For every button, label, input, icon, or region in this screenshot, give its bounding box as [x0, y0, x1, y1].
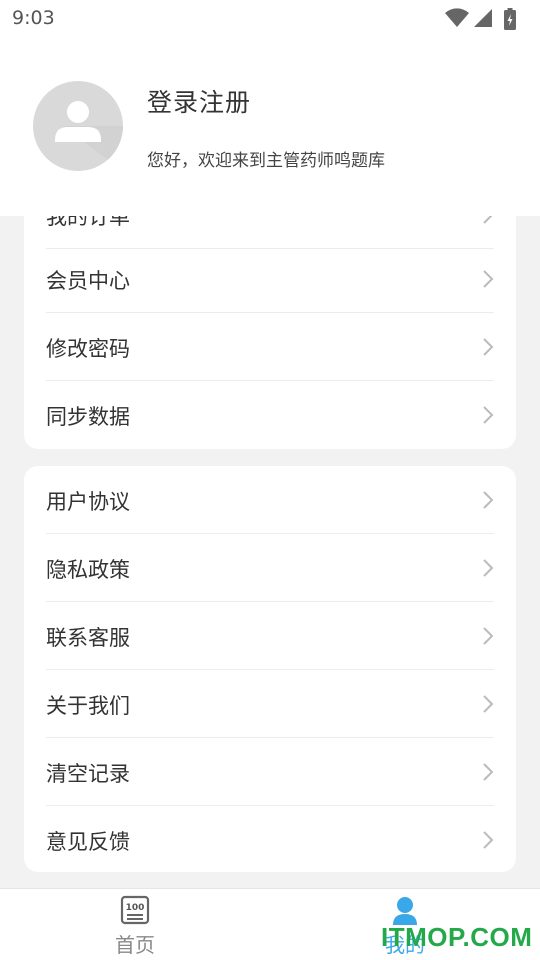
tab-home[interactable]: 100 首页: [0, 889, 270, 960]
chevron-right-icon: [483, 627, 494, 645]
watermark-logo: ITMOP.COM: [381, 922, 533, 952]
chevron-right-icon: [483, 491, 494, 509]
menu-item-feedback[interactable]: 意见反馈: [46, 806, 494, 872]
avatar[interactable]: [33, 81, 123, 171]
chevron-right-icon: [483, 406, 494, 424]
menu-item-label: 同步数据: [46, 405, 130, 429]
battery-icon: [504, 8, 516, 30]
chevron-right-icon: [483, 763, 494, 781]
wifi-icon: [445, 8, 469, 27]
menu-card-info: 用户协议 隐私政策 联系客服 关于我们 清空记录 意见反馈: [24, 466, 516, 872]
svg-text:100: 100: [126, 903, 145, 913]
welcome-text: 您好，欢迎来到主管药师鸣题库: [147, 151, 385, 171]
question-bank-icon: 100: [120, 895, 150, 925]
chevron-right-icon: [483, 831, 494, 849]
menu-item-change-password[interactable]: 修改密码: [46, 313, 494, 381]
signal-icon: [474, 9, 492, 27]
status-bar: 9:03: [0, 0, 540, 36]
tab-home-label: 首页: [115, 933, 155, 957]
menu-item-label: 隐私政策: [46, 558, 130, 582]
menu-item-label: 清空记录: [46, 762, 130, 786]
menu-item-label: 会员中心: [46, 269, 130, 293]
menu-card-account: 我的订单 会员中心 修改密码 同步数据: [24, 180, 516, 449]
chevron-right-icon: [483, 270, 494, 288]
menu-item-sync-data[interactable]: 同步数据: [46, 381, 494, 449]
menu-item-clear-records[interactable]: 清空记录: [46, 738, 494, 806]
menu-item-label: 关于我们: [46, 694, 130, 718]
menu-item-user-agreement[interactable]: 用户协议: [46, 466, 494, 534]
menu-item-member-center[interactable]: 会员中心: [46, 245, 494, 313]
profile-header: 登录注册 您好，欢迎来到主管药师鸣题库: [0, 36, 540, 216]
status-time: 9:03: [12, 7, 55, 29]
menu-item-label: 意见反馈: [46, 830, 130, 854]
chevron-right-icon: [483, 559, 494, 577]
menu-item-about-us[interactable]: 关于我们: [46, 670, 494, 738]
chevron-right-icon: [483, 695, 494, 713]
user-avatar-icon: [55, 101, 123, 171]
user-icon: [393, 897, 417, 925]
chevron-right-icon: [483, 338, 494, 356]
menu-item-contact-support[interactable]: 联系客服: [46, 602, 494, 670]
menu-item-label: 联系客服: [46, 626, 130, 650]
login-register-link[interactable]: 登录注册: [147, 83, 251, 119]
menu-item-label: 用户协议: [46, 490, 130, 514]
menu-item-label: 修改密码: [46, 337, 130, 361]
menu-item-privacy-policy[interactable]: 隐私政策: [46, 534, 494, 602]
